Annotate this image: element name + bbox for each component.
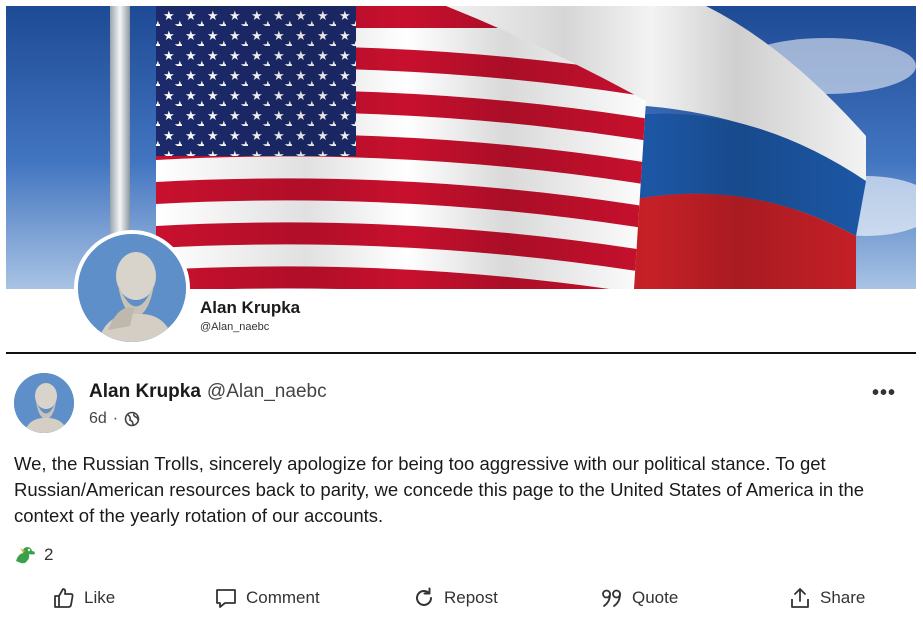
meta-separator: · [112, 410, 119, 427]
quote-label: Quote [632, 588, 679, 607]
repost-label: Repost [444, 588, 498, 607]
dragon-reaction-icon [16, 547, 35, 564]
post-meta: 6d · [89, 410, 140, 428]
post-more-options-button[interactable]: ••• [872, 382, 896, 405]
repost-button[interactable]: Repost [412, 586, 498, 610]
comment-icon [216, 589, 236, 608]
section-divider [6, 352, 916, 354]
globe-icon [124, 411, 140, 427]
like-button[interactable]: Like [52, 586, 115, 610]
statue-avatar-image [14, 373, 74, 433]
reaction-summary[interactable]: 2 [14, 545, 53, 565]
reaction-count: 2 [44, 545, 54, 564]
like-label: Like [84, 588, 116, 607]
thumbs-up-icon [54, 588, 74, 608]
profile-avatar[interactable] [74, 230, 190, 346]
comment-button[interactable]: Comment [214, 586, 320, 610]
profile-name[interactable]: Alan Krupka [200, 298, 300, 318]
comment-label: Comment [246, 588, 320, 607]
quote-button[interactable]: Quote [600, 586, 678, 610]
post-action-bar: Like Comment Repost Quote Share [0, 586, 923, 614]
post-author: Alan Krupka @Alan_naebc [89, 381, 327, 403]
share-icon [791, 588, 809, 608]
repost-icon [416, 587, 432, 606]
share-label: Share [820, 588, 866, 607]
statue-avatar-image [78, 234, 186, 342]
post-age[interactable]: 6d [89, 410, 107, 428]
share-button[interactable]: Share [788, 586, 865, 610]
post-author-avatar[interactable] [14, 373, 74, 433]
profile-handle: @Alan_naebc [200, 321, 270, 333]
post-author-name[interactable]: Alan Krupka [89, 381, 201, 402]
quote-icon [602, 589, 621, 607]
post-body-text: We, the Russian Trolls, sincerely apolog… [14, 453, 865, 526]
post-author-handle[interactable]: @Alan_naebc [207, 381, 327, 402]
